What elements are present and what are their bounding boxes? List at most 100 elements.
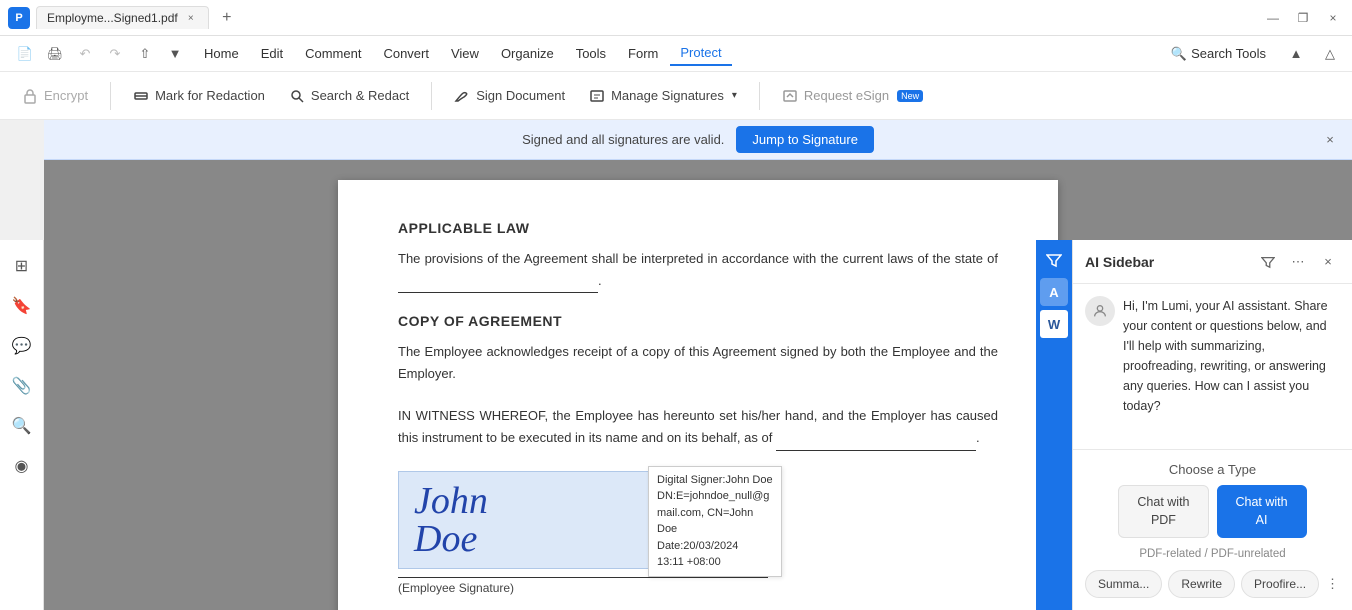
ai-message-text: Hi, I'm Lumi, your AI assistant. Share y… <box>1123 296 1340 416</box>
app-icon: P <box>8 7 30 29</box>
ai-sidebar-header: AI Sidebar ⋯ × <box>1073 240 1352 284</box>
sign-document-label: Sign Document <box>476 88 565 103</box>
ai-chat-area: Hi, I'm Lumi, your AI assistant. Share y… <box>1073 284 1352 449</box>
signature-banner: Signed and all signatures are valid. Jum… <box>44 120 1352 160</box>
section2-text: The Employee acknowledges receipt of a c… <box>398 341 998 385</box>
undo-icon[interactable]: ↶ <box>72 41 98 67</box>
menu-protect[interactable]: Protect <box>670 41 731 66</box>
ai-header-icons: ⋯ × <box>1256 250 1340 274</box>
sig-tooltip: Digital Signer:John Doe DN:E=johndoe_nul… <box>648 466 782 577</box>
quick-action-buttons: Summa... Rewrite Proofire... ⋮ <box>1085 570 1340 598</box>
ai-close-icon[interactable]: × <box>1316 250 1340 274</box>
divider-2 <box>431 82 432 110</box>
search-redact-label: Search & Redact <box>311 88 409 103</box>
titlebar: P Employme...Signed1.pdf × + — ❐ × <box>0 0 1352 36</box>
ai-sidebar: AI Sidebar ⋯ × Hi, I'm Lumi, your AI ass… <box>1072 240 1352 610</box>
more-actions-button[interactable]: ⋮ <box>1325 572 1340 596</box>
redact-icon <box>133 88 149 104</box>
lock-icon <box>22 88 38 104</box>
ai-message-container: Hi, I'm Lumi, your AI assistant. Share y… <box>1085 296 1340 416</box>
close-window-button[interactable]: × <box>1322 7 1344 29</box>
sig-line <box>398 577 768 578</box>
right-icon-ai[interactable]: A <box>1040 278 1068 306</box>
toolbar-section-redact: Mark for Redaction Search & Redact <box>123 83 419 109</box>
pdf-page: APPLICABLE LAW The provisions of the Agr… <box>338 180 1058 610</box>
ai-filter-icon[interactable] <box>1256 250 1280 274</box>
section2-title: COPY OF AGREEMENT <box>398 313 998 329</box>
menu-convert[interactable]: Convert <box>373 42 439 65</box>
tab-title: Employme...Signed1.pdf <box>47 11 178 25</box>
employee-sig-label: (Employee Signature) <box>398 581 768 595</box>
manage-signatures-button[interactable]: Manage Signatures <box>579 83 747 109</box>
chat-ai-button[interactable]: Chat withAI <box>1217 485 1307 538</box>
ai-sidebar-title: AI Sidebar <box>1085 254 1250 270</box>
more-icon[interactable]: ▼ <box>162 41 188 67</box>
proofread-button[interactable]: Proofire... <box>1241 570 1319 598</box>
menu-form[interactable]: Form <box>618 42 668 65</box>
search-redact-button[interactable]: Search & Redact <box>279 83 419 109</box>
request-esign-button[interactable]: Request eSign New <box>772 83 933 109</box>
menu-comment[interactable]: Comment <box>295 42 371 65</box>
sidebar-comment-icon[interactable]: 💬 <box>4 328 40 364</box>
search-tools-button[interactable]: 🔍 Search Tools <box>1161 42 1276 66</box>
right-icon-word[interactable]: W <box>1040 310 1068 338</box>
tooltip-line4: Doe <box>657 521 773 538</box>
menu-edit[interactable]: Edit <box>251 42 293 65</box>
add-tab-button[interactable]: + <box>215 6 239 30</box>
rewrite-button[interactable]: Rewrite <box>1168 570 1235 598</box>
tab-close-icon[interactable]: × <box>184 11 198 25</box>
toolbar-section-esign: Request eSign New <box>772 83 933 109</box>
mark-redaction-button[interactable]: Mark for Redaction <box>123 83 275 109</box>
banner-close-button[interactable]: × <box>1318 128 1342 152</box>
encrypt-label: Encrypt <box>44 88 88 103</box>
app-tab[interactable]: Employme...Signed1.pdf × <box>36 6 209 29</box>
ai-more-icon[interactable]: ⋯ <box>1286 250 1310 274</box>
file-icon[interactable]: 📄 <box>12 41 38 67</box>
sign-document-button[interactable]: Sign Document <box>444 83 575 109</box>
signature-block: John Doe (Employee Signature) (Employee … <box>398 471 998 610</box>
tooltip-line6: 13:11 +08:00 <box>657 554 773 571</box>
sidebar-attachment-icon[interactable]: 📎 <box>4 368 40 404</box>
chat-ai-label: Chat withAI <box>1236 494 1288 529</box>
menu-tools[interactable]: Tools <box>566 42 616 65</box>
titlebar-left: P Employme...Signed1.pdf × + <box>8 6 239 30</box>
search-tools-label: Search Tools <box>1191 46 1266 61</box>
jump-to-signature-button[interactable]: Jump to Signature <box>736 126 874 153</box>
choose-type-label: Choose a Type <box>1085 462 1340 477</box>
ai-bottom: Choose a Type Chat withPDF Chat withAI P… <box>1073 449 1352 610</box>
toolbar-section-encrypt: Encrypt <box>12 83 98 109</box>
collapse-button[interactable]: △ <box>1316 40 1344 68</box>
restore-button[interactable]: ❐ <box>1292 7 1314 29</box>
summarize-button[interactable]: Summa... <box>1085 570 1162 598</box>
titlebar-right: — ❐ × <box>1262 7 1344 29</box>
cloud-upload-button[interactable]: ▲ <box>1282 40 1310 68</box>
main-area: ⊞ 🔖 💬 📎 🔍 ◉ Signed and all signatures ar… <box>0 120 1352 610</box>
minimize-button[interactable]: — <box>1262 7 1284 29</box>
section1-text: The provisions of the Agreement shall be… <box>398 248 998 293</box>
pdf-related-label: PDF-related / PDF-unrelated <box>1085 548 1340 560</box>
menu-home[interactable]: Home <box>194 42 249 65</box>
protect-toolbar: Encrypt Mark for Redaction Search & Reda… <box>0 72 1352 120</box>
chat-pdf-button[interactable]: Chat withPDF <box>1118 485 1208 538</box>
banner-text: Signed and all signatures are valid. <box>522 132 724 147</box>
menu-organize[interactable]: Organize <box>491 42 564 65</box>
ai-user-avatar <box>1085 296 1115 326</box>
sidebar-layers-icon[interactable]: ◉ <box>4 448 40 484</box>
print-icon[interactable]: 🖨 <box>42 41 68 67</box>
tooltip-line2: DN:E=johndoe_null@g <box>657 488 773 505</box>
sidebar-search-icon[interactable]: 🔍 <box>4 408 40 444</box>
left-sidebar: ⊞ 🔖 💬 📎 🔍 ◉ <box>0 240 44 610</box>
sidebar-bookmark-icon[interactable]: 🔖 <box>4 288 40 324</box>
menubar: 📄 🖨 ↶ ↷ ⇧ ▼ Home Edit Comment Convert Vi… <box>0 36 1352 72</box>
search-redact-icon <box>289 88 305 104</box>
upload-icon[interactable]: ⇧ <box>132 41 158 67</box>
encrypt-button[interactable]: Encrypt <box>12 83 98 109</box>
sidebar-thumbnail-icon[interactable]: ⊞ <box>4 248 40 284</box>
right-icon-filter[interactable] <box>1040 246 1068 274</box>
right-icon-strip: A W <box>1036 240 1072 610</box>
sign-icon <box>454 88 470 104</box>
menu-view[interactable]: View <box>441 42 489 65</box>
redo-icon[interactable]: ↷ <box>102 41 128 67</box>
esign-icon <box>782 88 798 104</box>
request-esign-label: Request eSign <box>804 88 889 103</box>
